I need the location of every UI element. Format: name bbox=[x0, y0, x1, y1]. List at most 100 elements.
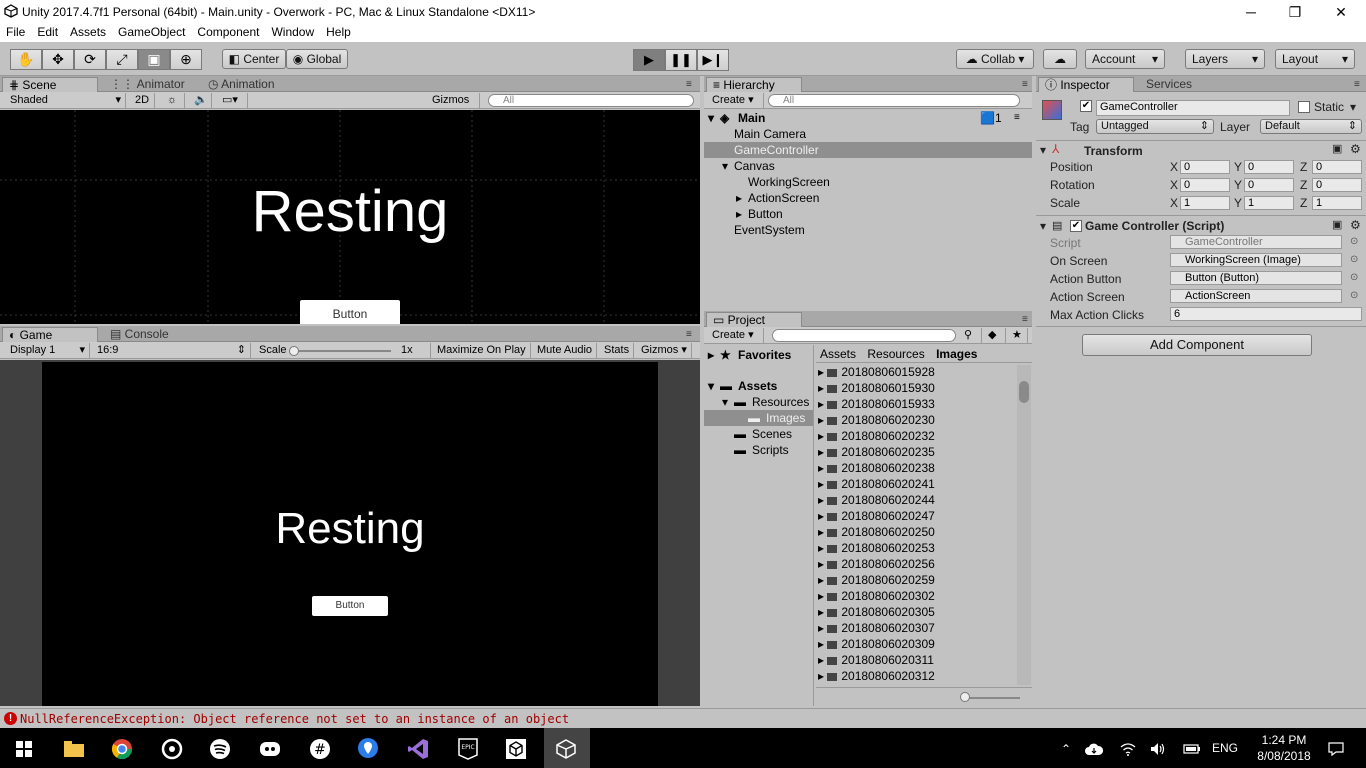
mute-audio-toggle[interactable]: Mute Audio bbox=[533, 343, 598, 358]
scene-search-input[interactable]: All bbox=[488, 94, 694, 107]
object-picker-icon[interactable]: ⊙ bbox=[1350, 236, 1358, 247]
panel-menu-icon[interactable]: ≡ bbox=[1348, 77, 1366, 92]
game-viewport[interactable]: Resting Button bbox=[42, 362, 658, 706]
tree-scenes[interactable]: ▬ Scenes bbox=[704, 426, 813, 442]
play-button[interactable]: ▶ bbox=[633, 49, 665, 71]
hierarchy-item-main-camera[interactable]: Main Camera bbox=[704, 126, 1032, 142]
battery-icon[interactable] bbox=[1180, 737, 1204, 761]
asset-file-row[interactable]: ▸ 20180806020312 bbox=[818, 668, 935, 684]
panel-menu-icon[interactable]: ≡ bbox=[680, 77, 698, 92]
transform-tool-icon[interactable]: ⊕ bbox=[170, 49, 202, 70]
tray-up-arrow-icon[interactable]: ⌃ bbox=[1054, 737, 1078, 761]
display-dropdown[interactable]: Display 1 ▾ bbox=[6, 343, 90, 358]
add-component-button[interactable]: Add Component bbox=[1082, 334, 1312, 356]
project-create-dropdown[interactable]: Create ▾ bbox=[708, 328, 764, 343]
collapse-arrow-icon[interactable]: ▸ bbox=[818, 525, 827, 539]
transform-header[interactable]: Transform bbox=[1084, 144, 1143, 158]
pivot-global-button[interactable]: ◉ Global bbox=[286, 49, 348, 69]
collapse-arrow-icon[interactable]: ▸ bbox=[818, 381, 827, 395]
tab-hierarchy[interactable]: ≡ Hierarchy bbox=[706, 77, 802, 92]
rotation-y-field[interactable]: 0 bbox=[1244, 178, 1294, 192]
object-name-input[interactable]: GameController bbox=[1096, 100, 1290, 116]
gizmos-dropdown[interactable]: Gizmos ▾ bbox=[428, 93, 480, 121]
transform-foldout-arrow-icon[interactable]: ▾ bbox=[1040, 143, 1046, 157]
breadcrumb-assets[interactable]: Assets bbox=[820, 347, 856, 361]
script-foldout-arrow-icon[interactable]: ▾ bbox=[1040, 219, 1046, 233]
collapse-arrow-icon[interactable]: ▸ bbox=[818, 653, 827, 667]
scene-resting-text[interactable]: Resting bbox=[240, 180, 460, 244]
hand-tool-icon[interactable]: ✋ bbox=[10, 49, 42, 70]
scale-x-field[interactable]: 1 bbox=[1180, 196, 1230, 210]
collapse-arrow-icon[interactable]: ▸ bbox=[818, 365, 827, 379]
scene-viewport[interactable]: Resting Button bbox=[0, 110, 700, 324]
spotify-icon[interactable] bbox=[208, 737, 232, 761]
menu-window[interactable]: Window bbox=[265, 24, 320, 41]
tree-assets[interactable]: ▾ ▬ Assets bbox=[704, 378, 813, 394]
game-action-button[interactable]: Button bbox=[312, 596, 388, 616]
collapse-arrow-icon[interactable]: ▸ bbox=[818, 509, 827, 523]
tab-animation[interactable]: ◷ Animation bbox=[202, 77, 281, 92]
script-enabled-checkbox[interactable]: ✔ bbox=[1070, 220, 1082, 232]
object-picker-icon[interactable]: ⊙ bbox=[1350, 272, 1358, 283]
cloud-button[interactable]: ☁ bbox=[1043, 49, 1077, 69]
hierarchy-item-workingscreen[interactable]: WorkingScreen bbox=[704, 174, 1032, 190]
help-book-icon[interactable]: ▣ bbox=[1332, 142, 1342, 155]
layer-dropdown[interactable]: Default ⇕ bbox=[1260, 119, 1362, 134]
scene-button-object[interactable]: Button bbox=[300, 300, 400, 324]
slider-thumb[interactable] bbox=[289, 346, 299, 356]
collapse-arrow-icon[interactable]: ▸ bbox=[708, 347, 714, 363]
asset-file-row[interactable]: ▸ 20180806020250 bbox=[818, 524, 935, 540]
move-tool-icon[interactable]: ✥ bbox=[42, 49, 74, 70]
audio-icon[interactable]: 🔈 bbox=[190, 93, 212, 108]
unity-editor-icon[interactable] bbox=[554, 737, 578, 761]
visual-studio-icon[interactable] bbox=[406, 737, 430, 761]
active-checkbox[interactable]: ✔ bbox=[1080, 100, 1092, 112]
menu-assets[interactable]: Assets bbox=[64, 24, 112, 41]
maximize-on-play-toggle[interactable]: Maximize On Play bbox=[433, 343, 531, 358]
menu-gameobject[interactable]: GameObject bbox=[112, 24, 191, 41]
asset-file-row[interactable]: ▸ 20180806020244 bbox=[818, 492, 935, 508]
tree-favorites[interactable]: ▸ ★ Favorites bbox=[704, 347, 813, 363]
position-y-field[interactable]: 0 bbox=[1244, 160, 1294, 174]
panel-menu-icon[interactable]: ≡ bbox=[1016, 312, 1034, 327]
slider-thumb[interactable] bbox=[960, 692, 970, 702]
epic-games-icon[interactable]: EPIC bbox=[456, 737, 480, 761]
menu-help[interactable]: Help bbox=[320, 24, 357, 41]
hierarchy-create-dropdown[interactable]: Create ▾ bbox=[708, 93, 764, 108]
asset-file-row[interactable]: ▸ 20180806020309 bbox=[818, 636, 935, 652]
asset-list-scrollbar[interactable] bbox=[1017, 365, 1031, 685]
object-picker-icon[interactable]: ⊙ bbox=[1350, 254, 1358, 265]
breadcrumb-resources[interactable]: Resources bbox=[867, 347, 924, 361]
collab-button[interactable]: ☁ Collab ▾ bbox=[956, 49, 1034, 69]
asset-file-row[interactable]: ▸ 20180806020311 bbox=[818, 652, 934, 668]
tree-resources[interactable]: ▾ ▬ Resources bbox=[704, 394, 813, 410]
asset-file-row[interactable]: ▸ 20180806020235 bbox=[818, 444, 935, 460]
tab-scene[interactable]: ⋕ Scene bbox=[2, 77, 98, 92]
collapse-arrow-icon[interactable]: ▸ bbox=[818, 413, 827, 427]
collapse-arrow-icon[interactable]: ▸ bbox=[818, 429, 827, 443]
rect-tool-icon[interactable]: ▣ bbox=[138, 49, 170, 70]
rotation-z-field[interactable]: 0 bbox=[1312, 178, 1362, 192]
asset-file-row[interactable]: ▸ 20180806020253 bbox=[818, 540, 935, 556]
project-search-input[interactable] bbox=[772, 329, 956, 342]
collapse-arrow-icon[interactable]: ▸ bbox=[736, 190, 742, 206]
media-player-icon[interactable] bbox=[160, 737, 184, 761]
aspect-dropdown[interactable]: 16:9 ⇕ bbox=[93, 343, 251, 358]
tree-scripts[interactable]: ▬ Scripts bbox=[704, 442, 813, 458]
asset-file-row[interactable]: ▸ 20180806020247 bbox=[818, 508, 935, 524]
collapse-arrow-icon[interactable]: ▸ bbox=[818, 605, 827, 619]
hierarchy-item-actionscreen[interactable]: ▸ ActionScreen bbox=[704, 190, 1032, 206]
tab-services[interactable]: Services bbox=[1140, 77, 1198, 92]
tab-console[interactable]: ▤ Console bbox=[104, 327, 175, 342]
asset-file-row[interactable]: ▸ 20180806020232 bbox=[818, 428, 935, 444]
expand-arrow-icon[interactable]: ▾ bbox=[722, 394, 728, 410]
breadcrumb-images[interactable]: Images bbox=[936, 347, 977, 361]
unity-hub-icon[interactable] bbox=[504, 737, 528, 761]
mode-2d-toggle[interactable]: 2D bbox=[131, 93, 155, 108]
panel-menu-icon[interactable]: ≡ bbox=[1016, 77, 1034, 92]
wifi-icon[interactable] bbox=[1116, 737, 1140, 761]
expand-arrow-icon[interactable]: ▾ bbox=[722, 158, 728, 174]
tab-animator[interactable]: ⋮⋮ Animator bbox=[104, 77, 191, 92]
tab-project[interactable]: ▭ Project bbox=[706, 312, 802, 327]
collapse-arrow-icon[interactable]: ▸ bbox=[818, 397, 827, 411]
